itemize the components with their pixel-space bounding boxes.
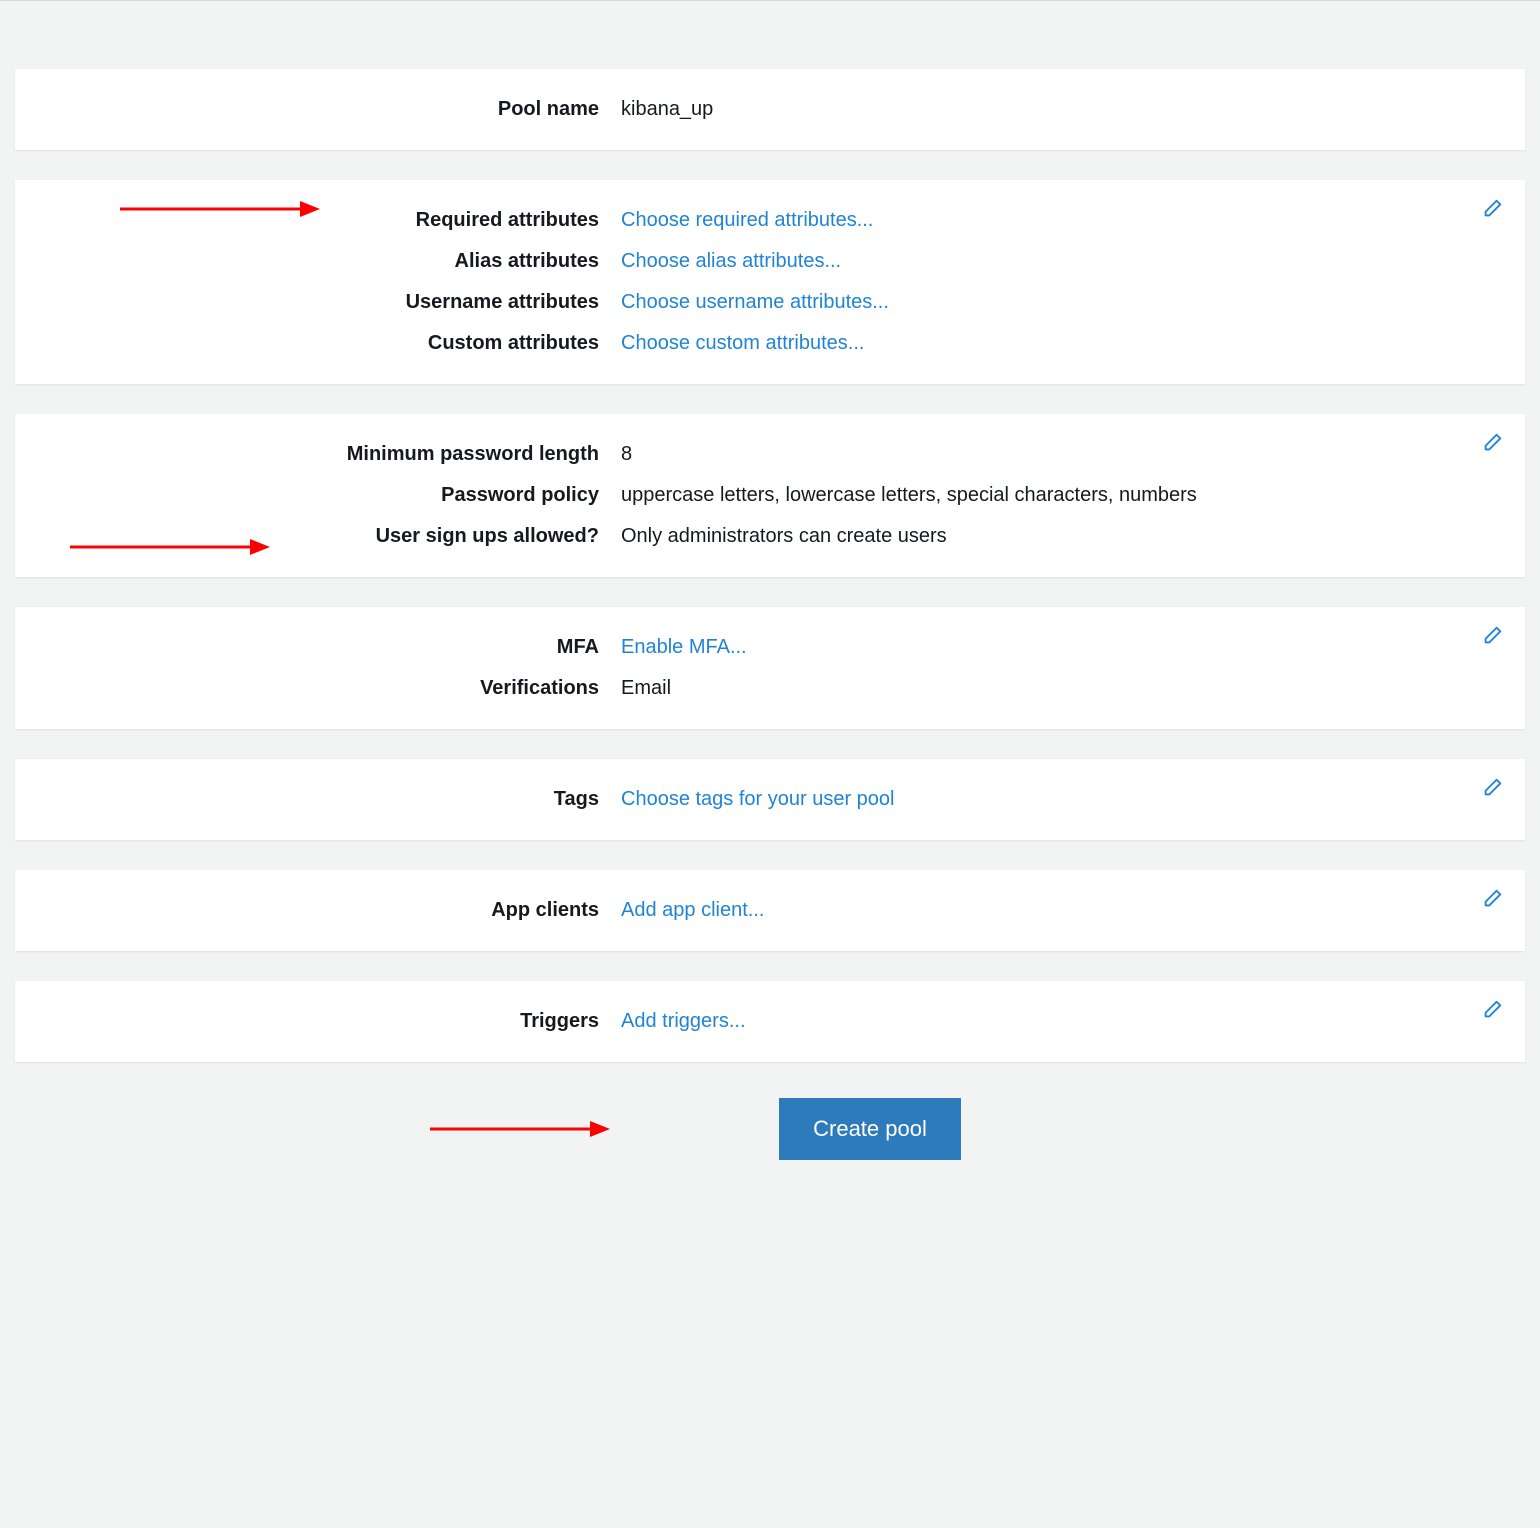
password-policy-panel: Minimum password length 8 Password polic…: [15, 414, 1525, 577]
required-attributes-label: Required attributes: [41, 209, 621, 232]
alias-attributes-label: Alias attributes: [41, 250, 621, 273]
password-policy-label: Password policy: [41, 484, 621, 507]
min-password-length-row: Minimum password length 8: [41, 434, 1499, 475]
custom-attributes-value[interactable]: Choose custom attributes...: [621, 332, 1499, 355]
triggers-row: Triggers Add triggers...: [41, 1001, 1499, 1042]
mfa-row: MFA Enable MFA...: [41, 627, 1499, 668]
password-policy-value: uppercase letters, lowercase letters, sp…: [621, 484, 1499, 507]
user-signups-label: User sign ups allowed?: [41, 525, 621, 548]
tags-panel: Tags Choose tags for your user pool: [15, 759, 1525, 840]
min-password-length-value: 8: [621, 443, 1499, 466]
mfa-verifications-panel: MFA Enable MFA... Verifications Email: [15, 607, 1525, 729]
create-pool-bar: Create pool: [15, 1098, 1525, 1160]
tags-value[interactable]: Choose tags for your user pool: [621, 788, 1499, 811]
annotation-arrow-icon: [430, 1114, 610, 1144]
alias-attributes-row: Alias attributes Choose alias attributes…: [41, 241, 1499, 282]
verifications-label: Verifications: [41, 677, 621, 700]
pencil-icon[interactable]: [1481, 198, 1503, 220]
triggers-panel: Triggers Add triggers...: [15, 981, 1525, 1062]
app-clients-panel: App clients Add app client...: [15, 870, 1525, 951]
app-clients-label: App clients: [41, 899, 621, 922]
user-signups-value: Only administrators can create users: [621, 525, 1499, 548]
pencil-icon[interactable]: [1481, 432, 1503, 454]
verifications-value: Email: [621, 677, 1499, 700]
app-clients-value[interactable]: Add app client...: [621, 899, 1499, 922]
custom-attributes-label: Custom attributes: [41, 332, 621, 355]
username-attributes-value[interactable]: Choose username attributes...: [621, 291, 1499, 314]
pencil-icon[interactable]: [1481, 625, 1503, 647]
pencil-icon[interactable]: [1481, 888, 1503, 910]
required-attributes-value[interactable]: Choose required attributes...: [621, 209, 1499, 232]
pool-name-row: Pool name kibana_up: [41, 89, 1499, 130]
mfa-value[interactable]: Enable MFA...: [621, 636, 1499, 659]
user-signups-row: User sign ups allowed? Only administrato…: [41, 516, 1499, 557]
username-attributes-label: Username attributes: [41, 291, 621, 314]
mfa-label: MFA: [41, 636, 621, 659]
username-attributes-row: Username attributes Choose username attr…: [41, 282, 1499, 323]
verifications-row: Verifications Email: [41, 668, 1499, 709]
pool-name-label: Pool name: [41, 98, 621, 121]
min-password-length-label: Minimum password length: [41, 443, 621, 466]
pencil-icon[interactable]: [1481, 777, 1503, 799]
triggers-label: Triggers: [41, 1010, 621, 1033]
tags-label: Tags: [41, 788, 621, 811]
app-clients-row: App clients Add app client...: [41, 890, 1499, 931]
attributes-panel: Required attributes Choose required attr…: [15, 180, 1525, 384]
required-attributes-row: Required attributes Choose required attr…: [41, 200, 1499, 241]
pool-name-value: kibana_up: [621, 98, 1499, 121]
triggers-value[interactable]: Add triggers...: [621, 1010, 1499, 1033]
create-pool-button[interactable]: Create pool: [779, 1098, 961, 1160]
tags-row: Tags Choose tags for your user pool: [41, 779, 1499, 820]
custom-attributes-row: Custom attributes Choose custom attribut…: [41, 323, 1499, 364]
password-policy-row: Password policy uppercase letters, lower…: [41, 475, 1499, 516]
pool-name-panel: Pool name kibana_up: [15, 69, 1525, 150]
pencil-icon[interactable]: [1481, 999, 1503, 1021]
alias-attributes-value[interactable]: Choose alias attributes...: [621, 250, 1499, 273]
